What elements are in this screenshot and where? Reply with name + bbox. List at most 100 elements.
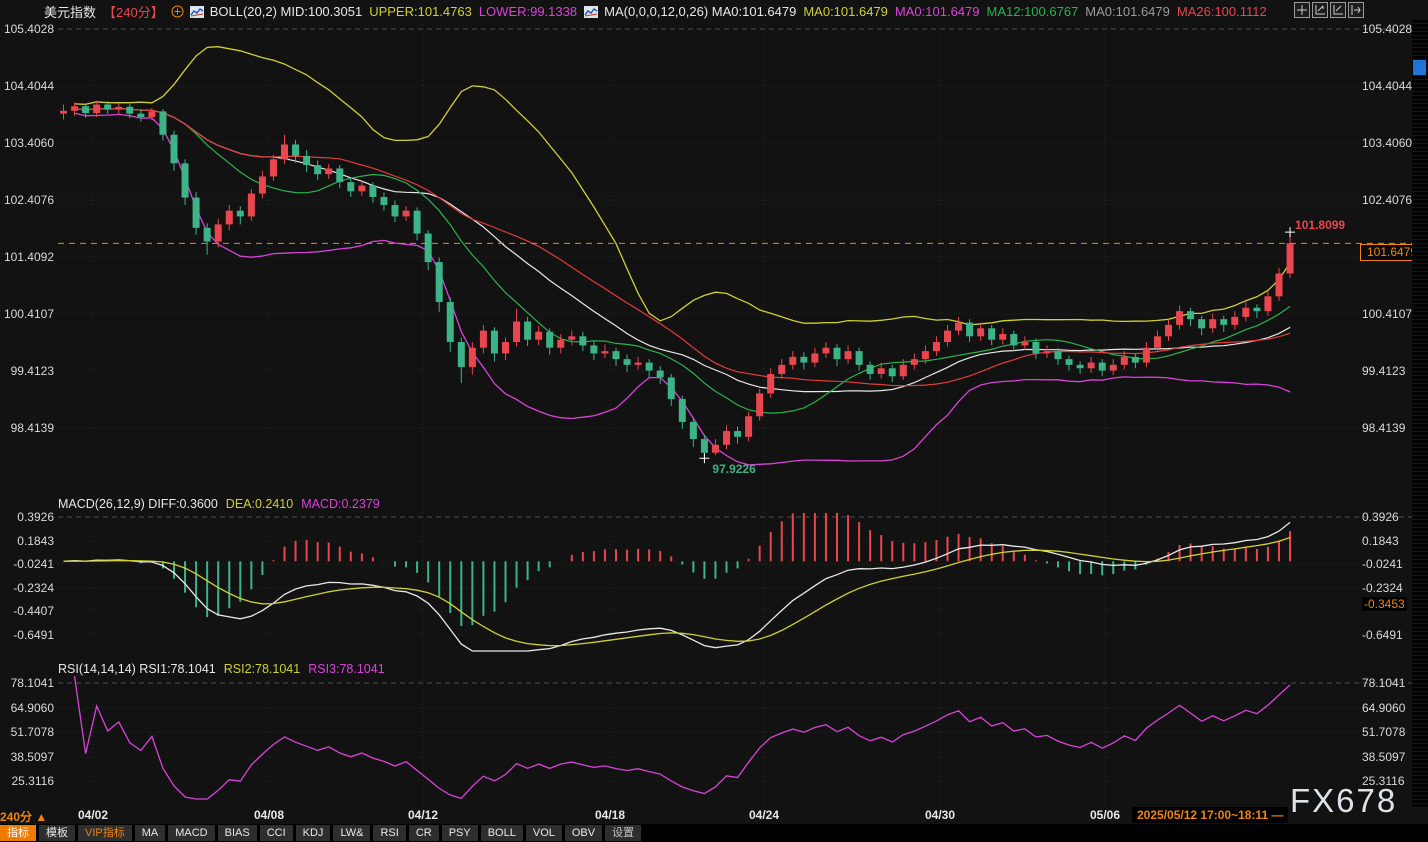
toolbar-tab-指标[interactable]: 指标 xyxy=(0,825,36,841)
candle-body xyxy=(1099,363,1106,371)
candle-body xyxy=(955,323,962,331)
candle-body xyxy=(966,323,973,337)
macd-axis-label: 0.1843 xyxy=(1362,534,1416,548)
candle-body xyxy=(403,211,410,217)
toolbar-tab-MACD[interactable]: MACD xyxy=(168,825,214,841)
ma0-gray-value: MA0:101.6479 xyxy=(1085,4,1170,19)
candle-body xyxy=(601,351,608,353)
candle-body xyxy=(811,353,818,362)
macd-axis-label: 0.3926 xyxy=(0,510,54,524)
candle-body xyxy=(237,211,244,217)
candle-body xyxy=(1276,274,1283,297)
candle-body xyxy=(977,328,984,336)
chart-thumb-icon xyxy=(190,6,204,18)
candle-body xyxy=(336,168,343,182)
candle-body xyxy=(281,144,288,159)
toolbar-tab-LW&[interactable]: LW& xyxy=(333,825,370,841)
toolbar-tab-模板[interactable]: 模板 xyxy=(39,825,75,841)
toolbar-tab-VOL[interactable]: VOL xyxy=(526,825,562,841)
crosshair-tool-icon[interactable] xyxy=(1294,2,1310,18)
toolbar-tab-VIP指标[interactable]: VIP指标 xyxy=(78,825,132,841)
candle-body xyxy=(778,365,785,374)
rsi1-value: RSI(14,14,14) RSI1:78.1041 xyxy=(58,662,216,676)
scrollbar-thumb[interactable] xyxy=(1413,60,1426,75)
candle-body xyxy=(1287,243,1294,273)
toolbar-tab-OBV[interactable]: OBV xyxy=(565,825,602,841)
period-selector[interactable]: 240分 ▲ xyxy=(0,808,47,825)
candle-body xyxy=(1077,365,1084,368)
toolbar-tab-RSI[interactable]: RSI xyxy=(373,825,405,841)
candle-body xyxy=(491,331,498,354)
macd-axis-label: -0.2324 xyxy=(0,581,54,595)
candle-body xyxy=(624,359,631,365)
candle-body xyxy=(226,211,233,225)
rsi-axis-label: 51.7078 xyxy=(1362,725,1416,739)
candle-body xyxy=(635,363,642,365)
candle-body xyxy=(800,357,807,363)
candle-body xyxy=(1032,342,1039,353)
toolbar-tab-设置[interactable]: 设置 xyxy=(605,825,641,841)
candle-body xyxy=(646,363,653,371)
candle-body xyxy=(458,342,465,367)
toolbar-tab-MA[interactable]: MA xyxy=(135,825,166,841)
toolbar-tab-BOLL[interactable]: BOLL xyxy=(481,825,523,841)
date-tick-label: 04/08 xyxy=(254,808,284,822)
main-axis-label: 103.4060 xyxy=(0,136,54,150)
candle-body xyxy=(193,198,200,228)
candle-body xyxy=(137,114,144,117)
macd-diff-value: MACD(26,12,9) DIFF:0.3600 xyxy=(58,497,218,511)
candle-body xyxy=(1165,325,1172,336)
boll-mid-value: BOLL(20,2) MID:100.3051 xyxy=(210,4,362,19)
toolbar-tab-BIAS[interactable]: BIAS xyxy=(218,825,257,841)
y-scale-tool-icon[interactable] xyxy=(1312,2,1328,18)
candle-body xyxy=(1198,319,1205,328)
main-axis-label: 102.4076 xyxy=(0,193,54,207)
candle-body xyxy=(878,368,885,374)
candle-body xyxy=(845,351,852,359)
toolbar-tab-CCI[interactable]: CCI xyxy=(260,825,293,841)
date-tick-label: 05/06 xyxy=(1090,808,1120,822)
candle-body xyxy=(701,439,708,453)
candle-body xyxy=(557,340,564,348)
macd-axis-label: -0.3453 xyxy=(1362,597,1407,611)
ma0-value: MA(0,0,0,12,0,26) MA0:101.6479 xyxy=(604,4,796,19)
candle-body xyxy=(590,345,597,353)
date-tick-label: 04/18 xyxy=(595,808,625,822)
right-scrollbar[interactable] xyxy=(1412,20,1428,808)
macd-pane-header: MACD(26,12,9) DIFF:0.3600 DEA:0.2410 MACD:… xyxy=(58,497,388,511)
indicator-toolbar: 指标模板VIP指标MAMACDBIASCCIKDJLW&RSICRPSYBOLL… xyxy=(0,824,1428,842)
candle-body xyxy=(999,334,1006,340)
rsi-axis-label: 51.7078 xyxy=(0,725,54,739)
symbol-title: 美元指数 xyxy=(44,2,96,21)
candle-body xyxy=(856,351,863,365)
candle-body xyxy=(270,159,277,176)
candle-body xyxy=(579,336,586,345)
series-line xyxy=(75,109,1291,386)
candle-body xyxy=(215,224,222,241)
x-scale-tool-icon[interactable] xyxy=(1330,2,1346,18)
price-chart[interactable] xyxy=(0,0,1428,842)
candle-body xyxy=(723,431,730,445)
toolbar-tab-KDJ[interactable]: KDJ xyxy=(296,825,331,841)
ma26-value: MA26:100.1112 xyxy=(1177,4,1267,19)
rsi-axis-label: 78.1041 xyxy=(0,676,54,690)
macd-axis-label: -0.6491 xyxy=(0,628,54,642)
candle-body xyxy=(944,331,951,342)
toolbar-tab-CR[interactable]: CR xyxy=(409,825,439,841)
candle-body xyxy=(657,371,664,378)
macd-dea-value: DEA:0.2410 xyxy=(226,497,293,511)
toolbar-tab-PSY[interactable]: PSY xyxy=(442,825,478,841)
candle-body xyxy=(1121,357,1128,365)
date-tick-label: 04/24 xyxy=(749,808,779,822)
main-axis-label: 99.4123 xyxy=(0,364,54,378)
macd-value: MACD:0.2379 xyxy=(301,497,380,511)
candle-body xyxy=(204,228,211,242)
rsi-axis-label: 38.5097 xyxy=(1362,750,1416,764)
candle-body xyxy=(248,194,255,217)
pane-tool-icon[interactable] xyxy=(1348,2,1364,18)
candle-body xyxy=(712,445,719,453)
plus-circle-icon xyxy=(171,5,184,18)
candle-body xyxy=(104,105,111,110)
extreme-cross-icon xyxy=(699,453,709,463)
candle-body xyxy=(933,342,940,351)
